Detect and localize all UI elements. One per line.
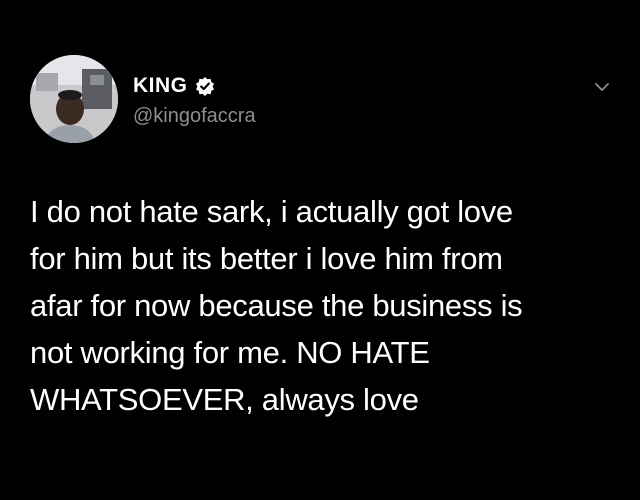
- display-name-row: KING: [133, 73, 256, 99]
- avatar[interactable]: [30, 55, 118, 143]
- tweet-header: KING @kingofaccra: [30, 55, 620, 145]
- handle[interactable]: @kingofaccra: [133, 105, 256, 128]
- tweet-card: KING @kingofaccra I do not hate sark, i …: [0, 0, 640, 500]
- display-name[interactable]: KING: [133, 74, 188, 98]
- chevron-down-icon[interactable]: [592, 77, 612, 97]
- author-info: KING @kingofaccra: [133, 73, 256, 128]
- verified-badge-icon: [195, 76, 215, 96]
- profile-photo-icon: [30, 55, 118, 143]
- tweet-text: I do not hate sark, i actually got love …: [30, 194, 523, 417]
